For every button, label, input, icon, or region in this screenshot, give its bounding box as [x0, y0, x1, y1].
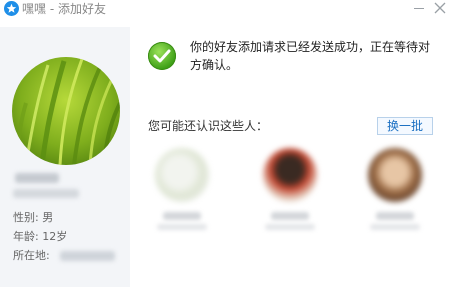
close-button[interactable] [430, 0, 450, 16]
suggested-contact[interactable] [360, 148, 430, 230]
avatar[interactable] [155, 148, 209, 202]
refresh-suggestions-button[interactable]: 换一批 [377, 117, 433, 135]
profile-panel: 性别: 男 年龄: 12岁 所在地: [0, 27, 130, 287]
suggestions-label: 您可能还认识这些人： [148, 119, 269, 133]
redacted-info [265, 224, 315, 230]
redacted-name [163, 212, 201, 220]
suggested-contact[interactable] [255, 148, 325, 230]
redacted-name [271, 212, 309, 220]
location-info: 所在地: [13, 249, 50, 262]
success-message: 你的好友添加请求已经发送成功，正在等待对方确认。 [190, 40, 431, 72]
close-icon [434, 2, 446, 14]
age-info: 年龄: 12岁 [13, 230, 68, 243]
suggested-contact[interactable] [147, 148, 217, 230]
redacted-name [376, 212, 414, 220]
avatar[interactable] [263, 148, 317, 202]
check-circle-icon [148, 42, 176, 70]
minimize-icon [414, 8, 424, 9]
redacted-nickname [15, 173, 59, 183]
redacted-info [157, 224, 207, 230]
title-bar: 嘿嘿 - 添加好友 [0, 0, 454, 18]
redacted-location [60, 251, 115, 261]
window-title: 嘿嘿 - 添加好友 [22, 2, 106, 16]
avatar[interactable] [12, 57, 120, 165]
app-logo-icon [4, 1, 19, 16]
minimize-button[interactable] [409, 0, 429, 16]
redacted-account [13, 189, 79, 198]
avatar[interactable] [368, 148, 422, 202]
redacted-info [370, 224, 420, 230]
gender-info: 性别: 男 [13, 211, 54, 224]
